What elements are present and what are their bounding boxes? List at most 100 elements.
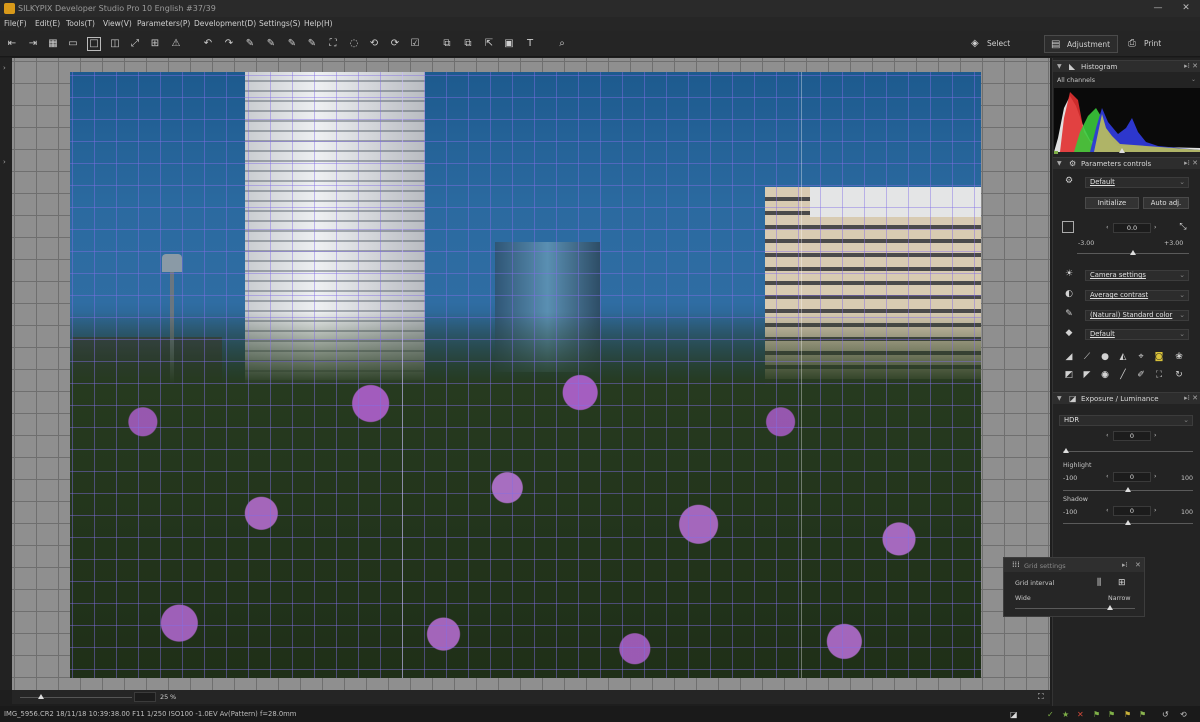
tone-icon[interactable]: ◐ [1063,289,1075,299]
select-mode-button[interactable]: ◈ Select [965,35,1035,53]
highlight-slider-thumb[interactable] [1125,487,1131,492]
panel-pin-icon[interactable]: ▸⁞ ✕ [1184,62,1198,70]
checkmark-icon[interactable]: ☑ [408,37,422,51]
export-icon[interactable]: ⇱ [482,37,496,51]
menu-tools[interactable]: Tools(T) [66,19,95,28]
zoom-level-box[interactable] [134,692,156,702]
warning-icon[interactable]: ⚠ [169,37,183,51]
tool-noise-icon[interactable]: ◩ [1063,370,1075,380]
prev-image-icon[interactable]: ⇤ [5,37,19,51]
menu-development[interactable]: Development(D) [194,19,256,28]
menu-file[interactable]: File(F) [4,19,27,28]
fullscreen-icon[interactable]: ⤢ [128,37,142,51]
compare-view-icon[interactable]: ◫ [108,37,122,51]
zoom-slider-thumb[interactable] [38,694,44,699]
preset-select[interactable]: Default ⌄ [1085,177,1189,188]
grid-settings-header[interactable]: ⁞⁞⁞ Grid settings ▸⁞ ✕ [1004,558,1144,572]
parameters-header[interactable]: ▼ ⚙ Parameters controls ▸⁞ ✕ [1053,157,1200,169]
highlight-picker-icon[interactable]: ✎ [305,37,319,51]
flag-lime-icon[interactable]: ⚑ [1108,710,1115,719]
rotate-right-icon[interactable]: ⟳ [388,37,402,51]
initialize-button[interactable]: Initialize [1085,197,1139,209]
grid-interval-track[interactable] [1015,608,1135,609]
tool-color-icon[interactable]: ● [1099,352,1111,362]
sharpness-icon[interactable]: ◆ [1063,328,1075,338]
grid-wide-icon[interactable]: ⫼ [1097,578,1101,588]
highlight-value[interactable]: 0 [1113,472,1151,482]
rating-icon[interactable]: ★ [1062,710,1069,719]
sharpness-select[interactable]: Default ⌄ [1085,329,1189,340]
grid-overlay-icon[interactable]: ⊞ [148,37,162,51]
exposure-slider-thumb[interactable] [1130,250,1136,255]
tool-tone-curve-icon[interactable]: ⟋ [1081,352,1093,362]
reset-icon[interactable]: ↺ [1162,710,1169,719]
single-view-icon[interactable]: □ [87,37,101,51]
hdr-dec-arrow[interactable]: ‹ [1106,432,1109,439]
menu-parameters[interactable]: Parameters(P) [137,19,190,28]
hdr-inc-arrow[interactable]: › [1154,432,1157,439]
menu-view[interactable]: View(V) [103,19,132,28]
preview-image[interactable] [70,72,981,678]
zoom-tool-icon[interactable]: ⌕ [555,37,569,51]
tool-rotate-icon[interactable]: ↻ [1173,370,1185,380]
auto-adjust-button[interactable]: Auto adj. [1143,197,1189,209]
next-image-icon[interactable]: ⇥ [26,37,40,51]
check-status-icon[interactable]: ✓ [1047,710,1054,719]
develop-icon[interactable]: ▣ [502,37,516,51]
minimize-button[interactable]: — [1150,2,1166,14]
histogram-header[interactable]: ▼ ◣ Histogram ▸⁞ ✕ [1053,60,1200,72]
gear-icon[interactable]: ⚙ [1063,176,1075,186]
histogram-thumb[interactable] [1119,148,1125,153]
exposure-inc-arrow[interactable]: › [1154,224,1157,231]
shadow-slider-thumb[interactable] [1125,520,1131,525]
redo-icon[interactable]: ↷ [222,37,236,51]
white-balance-icon[interactable]: ☀ [1063,269,1075,279]
exposure-dec-arrow[interactable]: ‹ [1106,224,1109,231]
hdr-select[interactable]: HDR ⌄ [1059,415,1193,426]
color-icon[interactable]: ✎ [1063,309,1075,319]
tool-crop-icon[interactable]: ⛶ [1153,370,1165,380]
tool-lens-icon[interactable]: ⌖ [1135,352,1147,362]
tool-exposure-icon[interactable]: ◢ [1063,352,1075,362]
close-button[interactable]: ✕ [1178,2,1194,14]
highlight-dec-arrow[interactable]: ‹ [1106,473,1109,480]
hdr-value[interactable]: 0 [1113,431,1151,441]
zoom-slider-track[interactable] [20,697,132,698]
tone-select[interactable]: Average contrast ⌄ [1085,290,1189,301]
adjustment-mode-button[interactable]: ▤ Adjustment [1044,35,1118,53]
shadow-dec-arrow[interactable]: ‹ [1106,507,1109,514]
channel-dropdown-icon[interactable]: ⌄ [1191,76,1196,83]
menu-edit[interactable]: Edit(E) [35,19,60,28]
flag-green-icon[interactable]: ⚑ [1093,710,1100,719]
display-mode-icon[interactable]: ◪ [1010,710,1018,719]
white-balance-picker-icon[interactable]: ✎ [243,37,257,51]
spot-removal-icon[interactable]: ◌ [347,37,361,51]
menu-help[interactable]: Help(H) [304,19,333,28]
tool-brush-icon[interactable]: ╱ [1117,370,1129,380]
expand-left-top-icon[interactable]: › [3,64,6,72]
gray-balance-picker-icon[interactable]: ✎ [264,37,278,51]
panel-pin-icon[interactable]: ▸⁞ ✕ [1184,159,1198,167]
paste-parameters-icon[interactable]: ⧉ [461,37,475,51]
text-tool-icon[interactable]: T [523,37,537,51]
tool-balance-icon[interactable]: ◭ [1117,352,1129,362]
highlight-inc-arrow[interactable]: › [1154,473,1157,480]
crop-icon[interactable]: ⛶ [326,37,340,51]
tool-sharpen-icon[interactable]: ◤ [1081,370,1093,380]
hdr-slider-track[interactable] [1063,451,1193,452]
tool-eye-icon[interactable]: ◉ [1099,370,1111,380]
shadow-inc-arrow[interactable]: › [1154,507,1157,514]
menu-settings[interactable]: Settings(S) [259,19,300,28]
hdr-slider-thumb[interactable] [1063,448,1069,453]
copy-parameters-icon[interactable]: ⧉ [440,37,454,51]
thumbnail-view-icon[interactable]: ▦ [46,37,60,51]
flag-yellow-icon[interactable]: ⚑ [1124,710,1131,719]
undo-icon[interactable]: ↶ [201,37,215,51]
expand-left-mid-icon[interactable]: › [3,158,6,166]
grid-settings-close-icon[interactable]: ✕ [1135,561,1141,569]
filmstrip-view-icon[interactable]: ▭ [66,37,80,51]
white-balance-select[interactable]: Camera settings ⌄ [1085,270,1189,281]
tool-retouch-icon[interactable]: ✐ [1135,370,1147,380]
history-icon[interactable]: ⟲ [1180,710,1187,719]
color-select[interactable]: (Natural) Standard color ⌄ [1085,310,1189,321]
